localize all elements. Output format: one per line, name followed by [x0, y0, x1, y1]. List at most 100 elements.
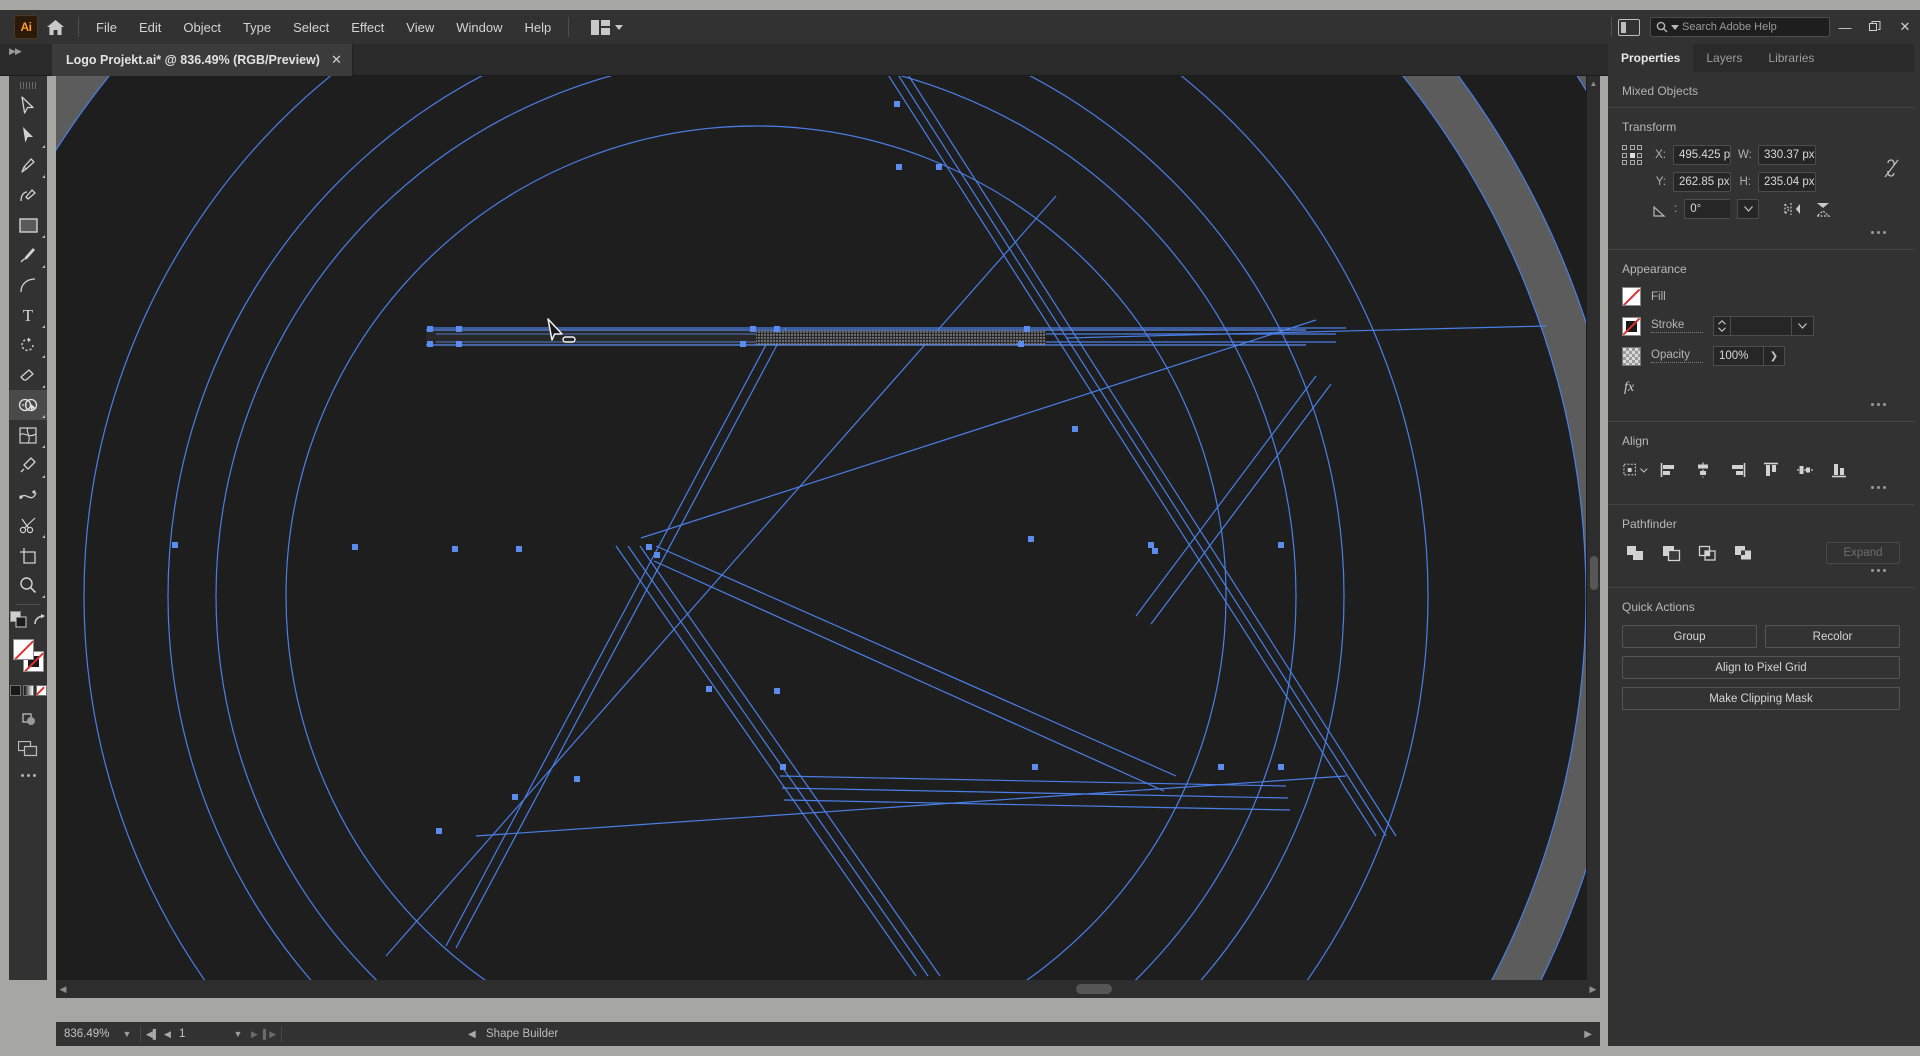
eraser-tool[interactable] — [9, 360, 47, 390]
menu-file[interactable]: File — [85, 15, 128, 40]
align-to-pixel-grid-button[interactable]: Align to Pixel Grid — [1622, 656, 1900, 679]
collapse-panel-icon[interactable]: ▶▶ — [9, 46, 22, 57]
menu-select[interactable]: Select — [282, 15, 340, 40]
scroll-up-icon[interactable]: ▲ — [1587, 76, 1600, 90]
align-top-icon[interactable] — [1758, 459, 1784, 481]
artboard-number-value[interactable]: 1 — [175, 1028, 229, 1040]
align-vertical-center-icon[interactable] — [1792, 459, 1818, 481]
screen-mode-button[interactable] — [9, 734, 47, 764]
flip-horizontal-icon[interactable] — [1780, 199, 1804, 219]
stroke-swatch-button[interactable] — [1622, 316, 1641, 336]
gradient-mesh-tool[interactable] — [9, 420, 47, 450]
swap-fill-stroke-icon[interactable] — [33, 613, 47, 632]
workspace-switcher[interactable] — [583, 16, 631, 39]
pen-tool[interactable] — [9, 150, 47, 180]
align-bottom-icon[interactable] — [1826, 459, 1852, 481]
direct-selection-tool[interactable] — [9, 120, 47, 150]
blend-tool[interactable] — [9, 480, 47, 510]
color-swatch-button[interactable] — [9, 685, 21, 696]
fx-button[interactable]: fx — [1622, 376, 1900, 398]
drawing-mode-button[interactable] — [9, 704, 47, 734]
arrange-documents-icon[interactable] — [1618, 18, 1640, 36]
angle-field[interactable]: 0° — [1684, 199, 1731, 219]
curvature-tool[interactable] — [9, 180, 47, 210]
angle-dropdown-icon[interactable] — [1737, 199, 1760, 219]
opacity-options-icon[interactable]: ❯ — [1763, 346, 1785, 366]
transform-more-options-icon[interactable] — [1622, 226, 1900, 243]
prev-artboard-button[interactable]: ◀ — [160, 1029, 175, 1040]
arc-tool[interactable] — [9, 270, 47, 300]
eyedropper-tool[interactable] — [9, 450, 47, 480]
canvas-vertical-scrollbar[interactable]: ▲ — [1586, 76, 1600, 980]
restore-button[interactable] — [1860, 10, 1890, 44]
zoom-tool[interactable] — [9, 570, 47, 600]
zoom-level-value[interactable]: 836.49% — [56, 1028, 118, 1040]
shape-builder-tool[interactable] — [9, 390, 47, 420]
stroke-weight-field[interactable] — [1730, 316, 1792, 336]
menu-edit[interactable]: Edit — [128, 15, 172, 40]
align-right-icon[interactable] — [1724, 459, 1750, 481]
menu-view[interactable]: View — [395, 15, 445, 40]
exclude-icon[interactable] — [1730, 542, 1756, 564]
menu-window[interactable]: Window — [445, 15, 513, 40]
tab-libraries[interactable]: Libraries — [1755, 44, 1827, 72]
align-to-selection-icon[interactable] — [1622, 459, 1648, 481]
fill-swatch[interactable] — [13, 639, 34, 660]
artboard-canvas[interactable]: ▲ — [56, 76, 1600, 980]
type-tool[interactable]: T — [9, 300, 47, 330]
align-horizontal-center-icon[interactable] — [1690, 459, 1716, 481]
flip-vertical-icon[interactable] — [1811, 199, 1835, 219]
document-tab-close-icon[interactable]: ✕ — [331, 52, 342, 68]
pathfinder-more-options-icon[interactable] — [1622, 564, 1900, 581]
tab-layers[interactable]: Layers — [1693, 44, 1755, 72]
document-tab[interactable]: Logo Projekt.ai* @ 836.49% (RGB/Preview)… — [52, 44, 353, 76]
scroll-left-icon[interactable]: ◀ — [56, 980, 70, 998]
minus-front-icon[interactable] — [1658, 542, 1684, 564]
stroke-label[interactable]: Stroke — [1651, 319, 1703, 333]
make-clipping-mask-button[interactable]: Make Clipping Mask — [1622, 687, 1900, 710]
selection-tool[interactable] — [9, 90, 47, 120]
stroke-weight-dropdown-icon[interactable] — [1792, 316, 1814, 336]
toolbar-grip[interactable] — [9, 76, 47, 90]
fill-stroke-mini-icon[interactable] — [9, 611, 27, 633]
horizontal-scroll-thumb[interactable] — [1076, 984, 1112, 994]
recolor-button[interactable]: Recolor — [1765, 625, 1900, 648]
menu-effect[interactable]: Effect — [340, 15, 395, 40]
more-tools-icon[interactable] — [9, 764, 47, 777]
opacity-field[interactable]: 100% — [1713, 346, 1763, 366]
tab-properties[interactable]: Properties — [1608, 44, 1694, 72]
scroll-right-icon[interactable]: ▶ — [1586, 980, 1600, 998]
home-icon[interactable] — [38, 10, 72, 44]
paintbrush-tool[interactable] — [9, 240, 47, 270]
next-artboard-button[interactable]: ▶ — [247, 1029, 262, 1040]
search-input[interactable]: Search Adobe Help — [1650, 17, 1830, 37]
first-artboard-button[interactable]: ◀▌ — [145, 1029, 160, 1040]
h-field[interactable]: 235.04 px — [1758, 172, 1816, 192]
last-artboard-button[interactable]: ▌▶ — [262, 1029, 277, 1040]
menu-help[interactable]: Help — [513, 15, 562, 40]
y-field[interactable]: 262.85 px — [1673, 172, 1731, 192]
group-button[interactable]: Group — [1622, 625, 1757, 648]
menu-type[interactable]: Type — [232, 15, 282, 40]
active-tool-label[interactable]: Shape Builder — [486, 1028, 558, 1040]
none-swatch-button[interactable] — [35, 685, 47, 696]
minimize-button[interactable]: — — [1830, 10, 1860, 44]
w-field[interactable]: 330.37 px — [1758, 145, 1816, 165]
unite-icon[interactable] — [1622, 542, 1648, 564]
constrain-proportions-icon[interactable] — [1884, 157, 1900, 184]
vertical-scroll-thumb[interactable] — [1590, 556, 1598, 590]
rotate-tool[interactable] — [9, 330, 47, 360]
x-field[interactable]: 495.425 px — [1673, 145, 1731, 165]
scissors-tool[interactable] — [9, 510, 47, 540]
fill-swatch-button[interactable] — [1622, 287, 1641, 306]
artboard-tool[interactable] — [9, 540, 47, 570]
artboard-dropdown-icon[interactable]: ▼ — [229, 1029, 247, 1039]
intersect-icon[interactable] — [1694, 542, 1720, 564]
align-left-icon[interactable] — [1656, 459, 1682, 481]
gradient-swatch-button[interactable] — [22, 685, 34, 696]
appearance-more-options-icon[interactable] — [1622, 398, 1900, 415]
rectangle-tool[interactable] — [9, 210, 47, 240]
close-button[interactable]: ✕ — [1890, 10, 1920, 44]
zoom-dropdown-icon[interactable]: ▼ — [118, 1029, 136, 1039]
status-expand-right-icon[interactable]: ▶ — [1584, 1029, 1592, 1040]
